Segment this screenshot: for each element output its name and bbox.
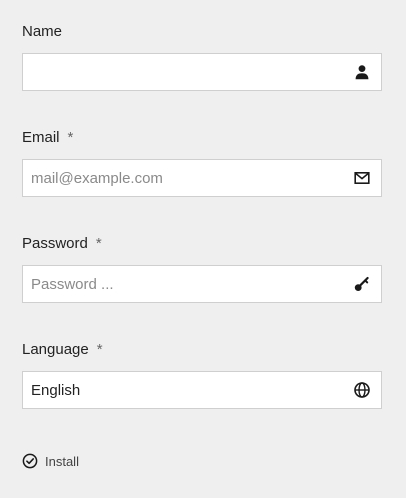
check-circle-icon	[22, 453, 38, 469]
password-label-text: Password	[22, 235, 88, 252]
email-label-text: Email	[22, 129, 60, 146]
name-input[interactable]	[23, 54, 343, 90]
name-label: Name	[22, 23, 62, 40]
user-icon	[353, 63, 371, 81]
name-field[interactable]	[22, 53, 382, 91]
install-button[interactable]: Install	[22, 452, 79, 470]
language-input[interactable]	[23, 372, 343, 408]
globe-icon	[353, 381, 371, 399]
key-icon	[353, 275, 371, 293]
language-field[interactable]	[22, 371, 382, 409]
language-required-mark: *	[96, 341, 103, 358]
password-input[interactable]	[23, 266, 343, 302]
language-label-text: Language	[22, 341, 89, 358]
email-required-mark: *	[67, 129, 74, 146]
password-field[interactable]	[22, 265, 382, 303]
install-label: Install	[45, 453, 79, 469]
email-label: Email *	[22, 129, 73, 146]
email-field[interactable]	[22, 159, 382, 197]
name-label-text: Name	[22, 23, 63, 40]
password-required-mark: *	[95, 235, 102, 252]
email-input[interactable]	[23, 160, 343, 196]
envelope-icon	[353, 169, 371, 187]
password-label: Password *	[22, 235, 102, 252]
language-label: Language *	[22, 341, 103, 358]
